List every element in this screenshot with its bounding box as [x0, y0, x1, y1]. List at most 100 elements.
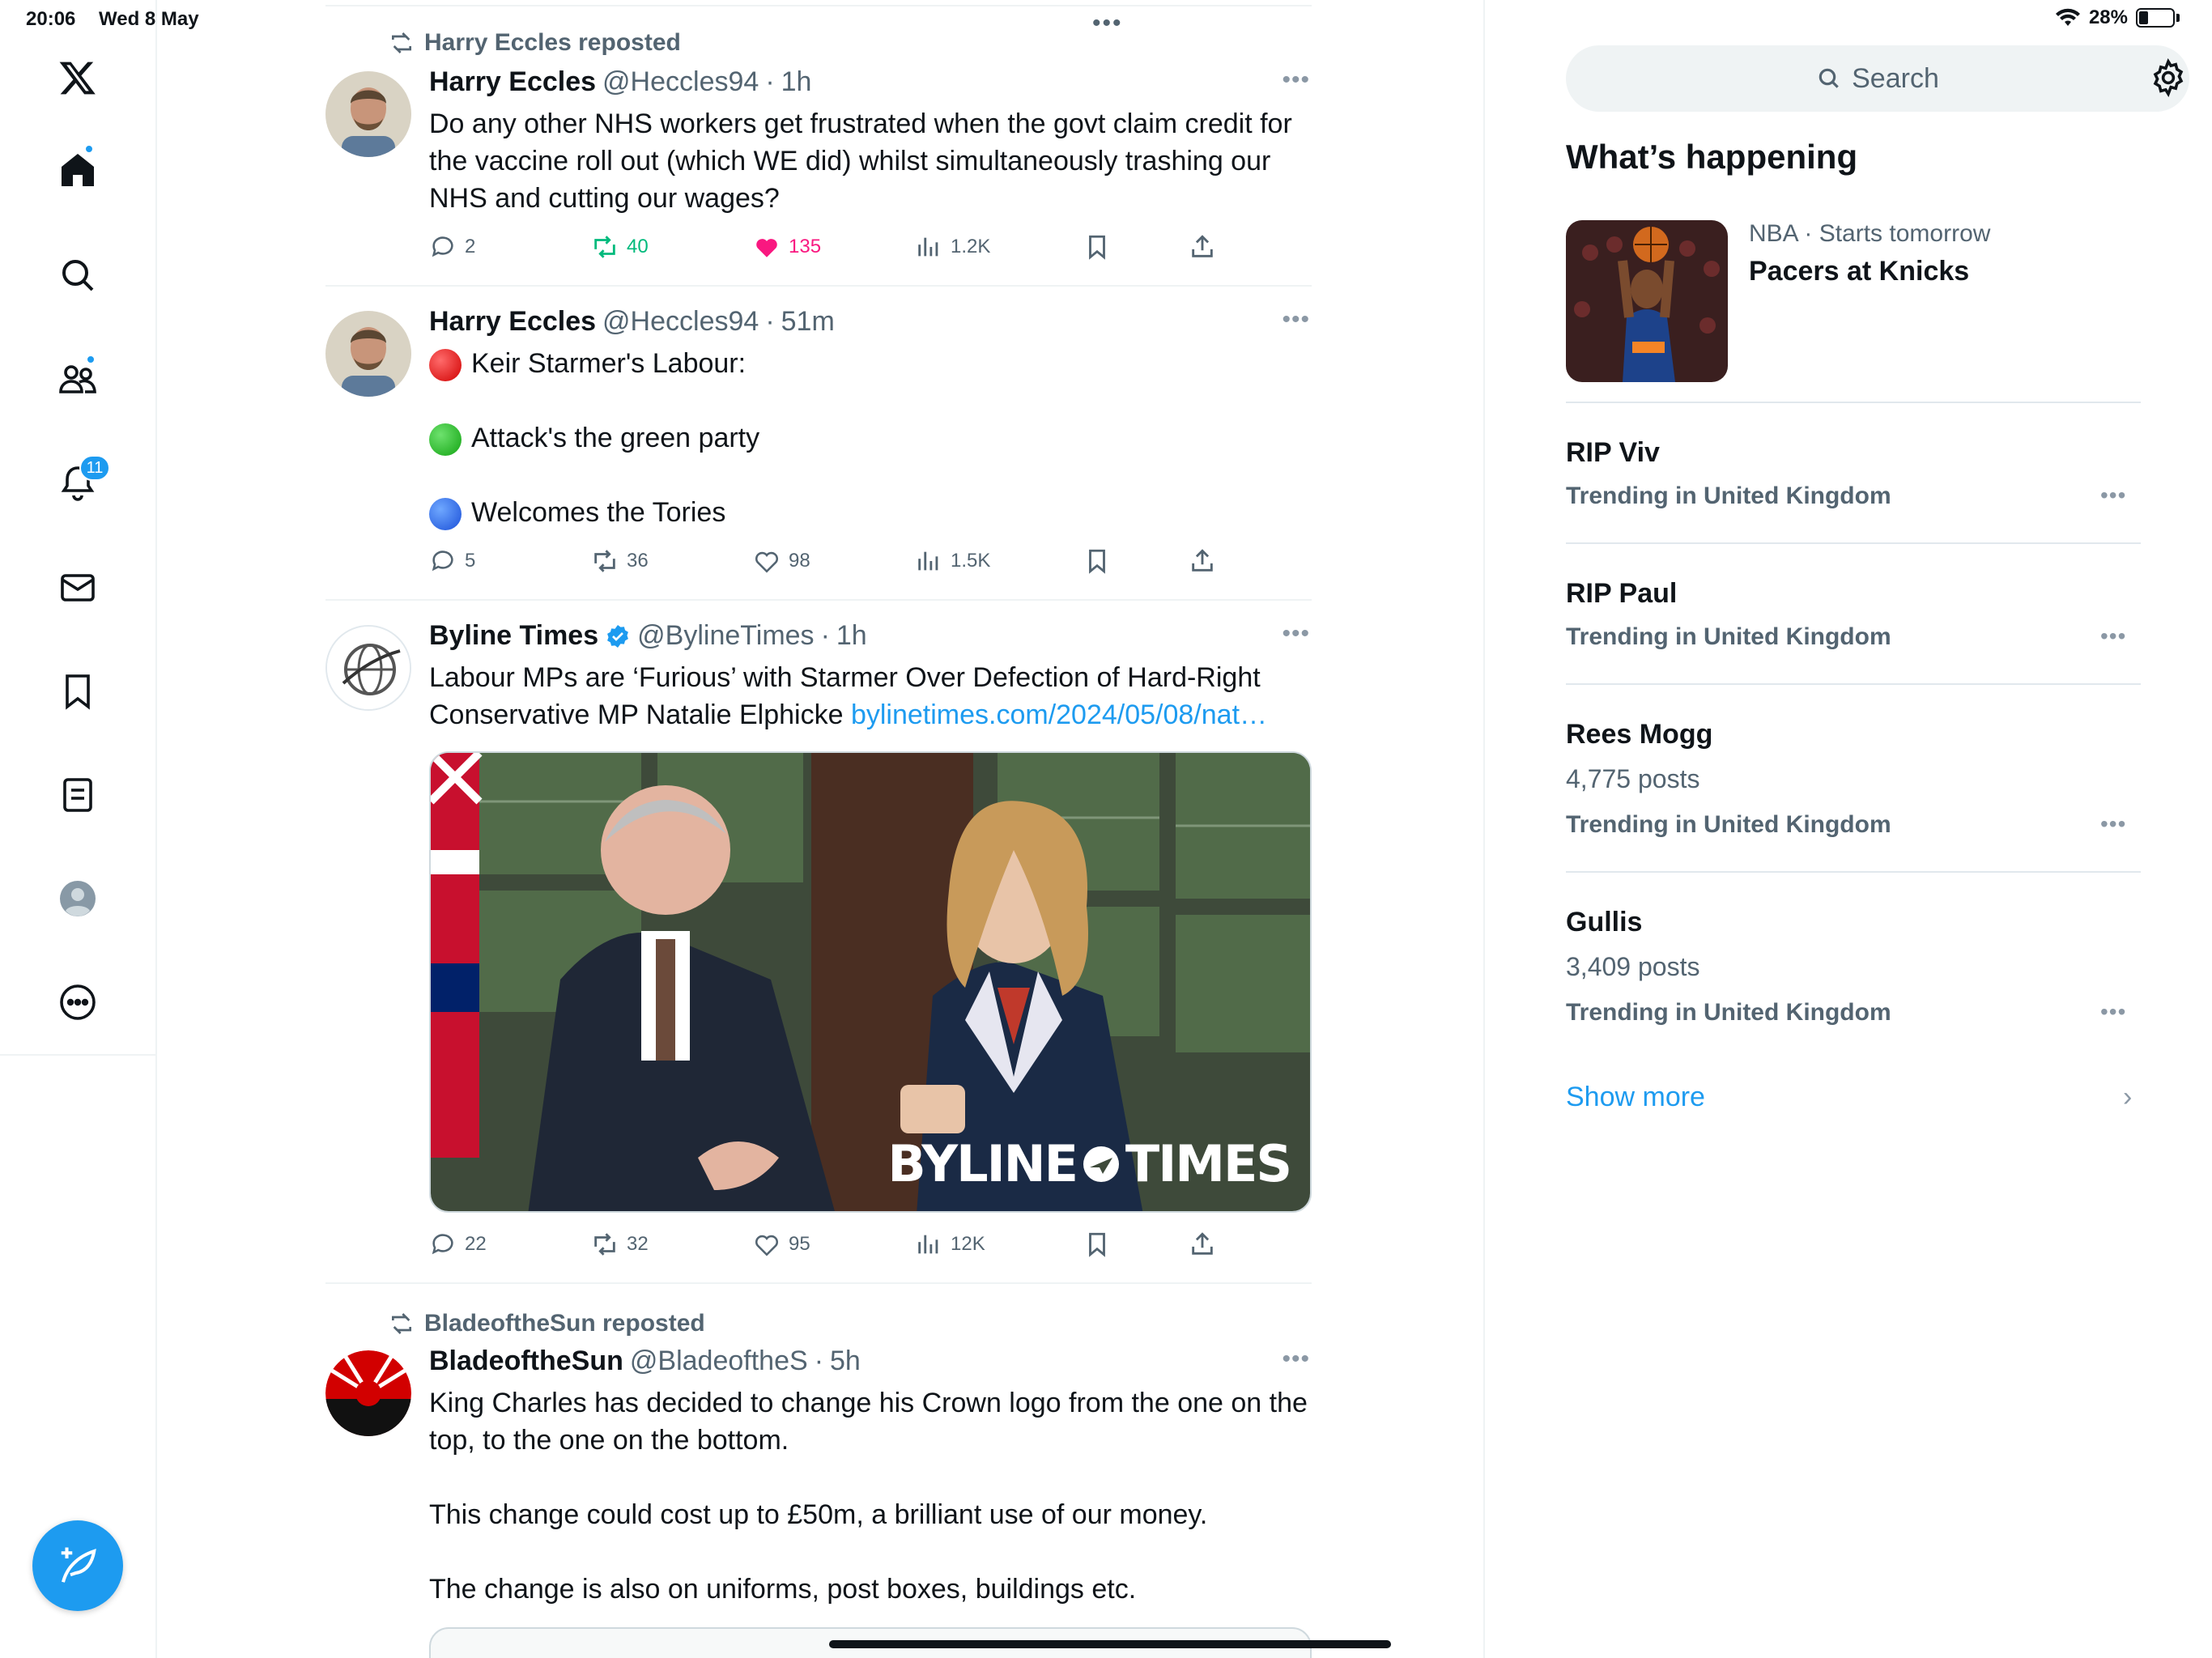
share-button[interactable]: [1189, 547, 1216, 575]
retweet-count: 36: [627, 550, 649, 572]
views-icon: [918, 551, 938, 571]
more-icon[interactable]: [49, 973, 107, 1031]
event-title[interactable]: Pacers at Knicks: [1749, 256, 1969, 287]
views-button[interactable]: 1.2K: [915, 233, 990, 261]
home-indicator[interactable]: [829, 1640, 1391, 1648]
tweet-line: Welcomes the Tories: [429, 494, 1312, 531]
settings-gear-icon[interactable]: [2149, 58, 2188, 97]
tweet[interactable]: Harry Eccles @Heccles94 · 51m ••• Keir S…: [325, 288, 1312, 601]
share-icon: [1192, 235, 1213, 257]
avatar[interactable]: [325, 311, 411, 397]
share-button[interactable]: [1189, 1231, 1216, 1258]
tweet-more-button[interactable]: •••: [1282, 66, 1310, 94]
repost-line: BladeoftheSun reposted: [389, 1310, 705, 1337]
bookmark-button[interactable]: [1083, 1231, 1111, 1258]
share-icon: [1192, 549, 1213, 572]
tweet[interactable]: BladeoftheSun reposted BladeoftheSun @Bl…: [325, 1286, 1312, 1658]
bookmark-button[interactable]: [1083, 547, 1111, 575]
tweet-more-button[interactable]: •••: [1282, 620, 1310, 648]
bookmark-icon: [1089, 549, 1105, 574]
retweet-button[interactable]: 36: [591, 547, 649, 575]
notifications-icon[interactable]: 11: [49, 453, 110, 512]
tweet-time[interactable]: 1h: [836, 620, 867, 652]
views-button[interactable]: 12K: [915, 1231, 985, 1258]
bookmark-button[interactable]: [1083, 233, 1111, 261]
bookmark-icon: [1089, 235, 1105, 260]
repost-icon: [392, 1313, 411, 1334]
retweet-button[interactable]: 40: [591, 233, 649, 261]
compose-button[interactable]: [32, 1520, 123, 1611]
author-handle[interactable]: @BladeoftheS: [630, 1346, 808, 1377]
repost-icon: [392, 32, 411, 53]
bookmarks-icon[interactable]: [49, 662, 107, 721]
tweet-actions: 2 40 135 1.2K: [429, 233, 1239, 266]
like-button[interactable]: 95: [753, 1231, 810, 1258]
search-icon[interactable]: [49, 246, 107, 304]
timeline: ••• Harry Eccles reposted Harry Eccles @…: [325, 0, 1312, 1658]
tweet-time[interactable]: 5h: [830, 1346, 861, 1377]
tweet-header: BladeoftheSun @BladeoftheS · 5h: [429, 1346, 861, 1377]
views-button[interactable]: 1.5K: [915, 547, 990, 575]
event-thumbnail[interactable]: [1566, 220, 1728, 382]
reply-button[interactable]: 22: [429, 1231, 487, 1258]
tweet-header: Harry Eccles @Heccles94 · 1h: [429, 66, 811, 98]
trend-title: Rees Mogg: [1566, 719, 1713, 750]
tweet-media-image[interactable]: BYLINE TIMES: [429, 751, 1312, 1213]
view-count: 12K: [951, 1233, 985, 1255]
trend-subtitle: Trending in United Kingdom: [1566, 623, 1891, 650]
tweet-more-button[interactable]: •••: [1282, 1346, 1310, 1373]
x-logo-icon[interactable]: [49, 49, 107, 107]
tweet-text: Labour MPs are ‘Furious’ with Starmer Ov…: [429, 659, 1312, 733]
tweet-actions: 22 32 95 12K: [429, 1231, 1239, 1263]
author-handle[interactable]: @Heccles94: [602, 306, 759, 338]
author-name[interactable]: Harry Eccles: [429, 66, 596, 98]
trend-more-button[interactable]: •••: [2100, 483, 2126, 508]
tweet[interactable]: Harry Eccles reposted Harry Eccles @Hecc…: [325, 24, 1312, 287]
author-handle[interactable]: @BylineTimes: [637, 620, 814, 652]
reply-button[interactable]: 5: [429, 547, 475, 575]
avatar[interactable]: [325, 71, 411, 157]
share-button[interactable]: [1189, 233, 1216, 261]
tweet-more-button[interactable]: •••: [1282, 306, 1310, 334]
like-icon: [755, 1235, 779, 1256]
show-more-link[interactable]: Show more: [1566, 1082, 1705, 1113]
trend-post-count: 4,775 posts: [1566, 764, 1700, 793]
separator-dot: ·: [1804, 220, 1819, 247]
avatar[interactable]: [325, 625, 411, 711]
like-filled-icon: [756, 239, 777, 257]
views-icon: [918, 237, 938, 257]
author-handle[interactable]: @Heccles94: [602, 66, 759, 98]
like-count: 98: [789, 550, 810, 572]
like-button[interactable]: 98: [753, 547, 810, 575]
messages-icon[interactable]: [49, 559, 107, 617]
like-icon: [755, 551, 779, 573]
event-meta: NBA · Starts tomorrow: [1749, 220, 1990, 248]
right-sidebar: Search What’s happening NBA · Starts tom…: [1483, 0, 2212, 1658]
watermark-word-2: TIMES: [1125, 1134, 1292, 1193]
bird-logo-icon: [1083, 1146, 1119, 1182]
author-name[interactable]: Harry Eccles: [429, 306, 596, 338]
tweet[interactable]: Byline Times @BylineTimes · 1h ••• Labou…: [325, 602, 1312, 1284]
retweet-count: 40: [627, 236, 649, 257]
repost-line: Harry Eccles reposted: [389, 29, 681, 57]
retweet-button[interactable]: 32: [591, 1231, 649, 1258]
like-button[interactable]: 135: [753, 233, 821, 261]
tweet-link[interactable]: bylinetimes.com/2024/05/08/nat…: [851, 699, 1267, 730]
profile-icon[interactable]: [49, 869, 107, 928]
tweet-time[interactable]: 1h: [781, 66, 812, 98]
author-name[interactable]: BladeoftheSun: [429, 1346, 623, 1377]
chevron-right-icon[interactable]: ›: [2123, 1082, 2132, 1113]
reply-icon: [432, 551, 453, 572]
tweet-time[interactable]: 51m: [781, 306, 835, 338]
trend-more-button[interactable]: •••: [2100, 811, 2126, 837]
author-name[interactable]: Byline Times: [429, 620, 598, 652]
search-input[interactable]: Search: [1566, 45, 2189, 112]
lists-icon[interactable]: [49, 766, 107, 824]
trend-more-button[interactable]: •••: [2100, 999, 2126, 1025]
reply-button[interactable]: 2: [429, 233, 475, 261]
tweet-header: Harry Eccles @Heccles94 · 51m: [429, 306, 835, 338]
avatar[interactable]: [325, 1350, 411, 1436]
communities-icon[interactable]: [49, 350, 107, 408]
trend-more-button[interactable]: •••: [2100, 623, 2126, 649]
home-icon[interactable]: [49, 141, 107, 199]
